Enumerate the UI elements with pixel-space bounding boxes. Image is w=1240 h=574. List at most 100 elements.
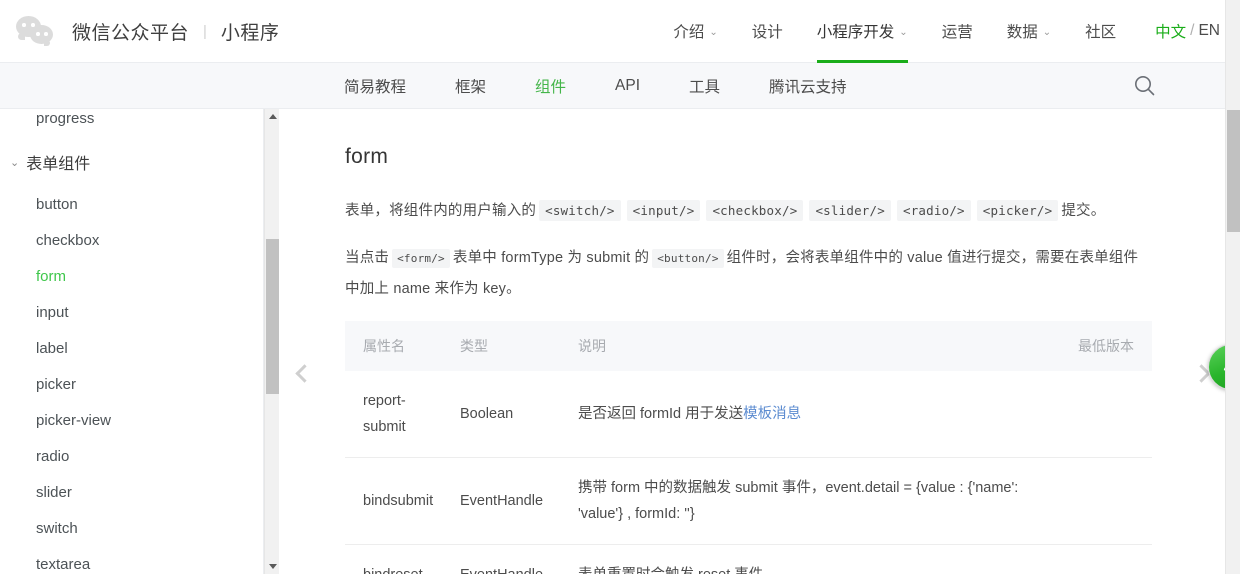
- sidebar-item-input[interactable]: input: [0, 295, 263, 331]
- sidebar-item-button[interactable]: button: [0, 187, 263, 223]
- nav-item-label: 社区: [1085, 24, 1117, 41]
- sub-nav-items: 简易教程 框架 组件 API 工具 腾讯云支持: [344, 75, 896, 97]
- code-button: <button/>: [652, 249, 724, 268]
- nav-item-label: 介绍: [673, 24, 705, 41]
- cell-attribute-name: report-submit: [345, 371, 450, 458]
- cell-min-version: [1060, 457, 1152, 545]
- code-form: <form/>: [392, 249, 450, 268]
- table-row: bindreset EventHandle 表单重置时会触发 reset 事件: [345, 544, 1152, 574]
- brand-separator: |: [203, 22, 207, 40]
- cell-attribute-name: bindsubmit: [345, 457, 450, 545]
- sidebar-item-checkbox[interactable]: checkbox: [0, 223, 263, 259]
- window-scrollbar[interactable]: [1225, 0, 1240, 574]
- page-title: form: [345, 145, 389, 168]
- para2-text-b: 表单中 formType 为 submit 的: [452, 250, 650, 266]
- table-header-attribute: 属性名: [345, 321, 450, 371]
- cell-min-version: [1060, 544, 1152, 574]
- chevron-left-icon[interactable]: [289, 358, 319, 388]
- sidebar: progress ⌄ 表单组件 button checkbox form inp…: [0, 109, 264, 574]
- nav-item-label: 小程序开发: [816, 24, 895, 41]
- cell-attribute-type: Boolean: [450, 371, 568, 458]
- subnav-item-tencent-cloud[interactable]: 腾讯云支持: [769, 75, 847, 97]
- doc-paragraph-1: 表单，将组件内的用户输入的 <switch/> <input/> <checkbox/…: [345, 195, 1152, 227]
- sidebar-item-picker[interactable]: picker: [0, 367, 263, 403]
- nav-item-data[interactable]: 数据 ⌄: [990, 0, 1068, 63]
- desc-text: 是否返回 formId 用于发送: [578, 406, 744, 422]
- nav-item-label: 数据: [1006, 24, 1038, 41]
- main-content: form 表单，将组件内的用户输入的 <switch/> <input/> <chec…: [280, 109, 1224, 574]
- chevron-down-icon: ⌄: [709, 26, 718, 38]
- subnav-item-api[interactable]: API: [615, 77, 640, 95]
- table-header-row: 属性名 类型 说明 最低版本: [345, 321, 1152, 371]
- brand-subtitle[interactable]: 小程序: [221, 18, 280, 45]
- chevron-down-icon: ⌄: [10, 156, 20, 169]
- lang-zh-button[interactable]: 中文: [1155, 20, 1186, 42]
- brand-title: 微信公众平台: [72, 22, 190, 44]
- code-input: <input/>: [626, 200, 701, 221]
- doc-paragraph-2: 当点击 <form/> 表单中 formType 为 submit 的 <button…: [345, 243, 1152, 305]
- subnav-item-tutorial[interactable]: 简易教程: [344, 75, 406, 97]
- sidebar-item-slider[interactable]: slider: [0, 475, 263, 511]
- para2-text-a: 当点击: [345, 250, 390, 266]
- cell-attribute-description: 表单重置时会触发 reset 事件: [568, 544, 1060, 574]
- nav-item-community[interactable]: 社区: [1068, 0, 1133, 63]
- table-header-type: 类型: [450, 321, 568, 371]
- template-message-link[interactable]: 模板消息: [743, 406, 801, 422]
- language-switcher: 中文 / EN: [1155, 20, 1220, 42]
- sidebar-item-label[interactable]: label: [0, 331, 263, 367]
- nav-item-label: 设计: [751, 24, 783, 41]
- sidebar-group-form-components[interactable]: ⌄ 表单组件: [0, 137, 263, 187]
- cell-attribute-type: EventHandle: [450, 457, 568, 545]
- doc-body: form 表单，将组件内的用户输入的 <switch/> <input/> <chec…: [280, 109, 1224, 574]
- sidebar-list: progress ⌄ 表单组件 button checkbox form inp…: [0, 109, 263, 574]
- para1-text-b: 提交。: [1061, 203, 1106, 219]
- table-row: bindsubmit EventHandle 携带 form 中的数据触发 su…: [345, 457, 1152, 545]
- cell-attribute-description: 携带 form 中的数据触发 submit 事件，event.detail = …: [568, 457, 1060, 545]
- table-header-description: 说明: [568, 321, 1060, 371]
- subnav-item-tools[interactable]: 工具: [689, 75, 720, 97]
- table-header-min-version: 最低版本: [1060, 321, 1152, 371]
- cell-min-version: [1060, 371, 1152, 458]
- lang-en-button[interactable]: EN: [1198, 22, 1220, 40]
- top-nav: 介绍 ⌄ 设计 小程序开发 ⌄ 运营 数据 ⌄ 社区 中文 / EN: [656, 0, 1240, 63]
- scroll-up-arrow-icon[interactable]: [265, 109, 280, 124]
- nav-item-miniprogram-dev[interactable]: 小程序开发 ⌄: [800, 0, 925, 63]
- sidebar-item-progress[interactable]: progress: [0, 109, 263, 137]
- sidebar-item-textarea[interactable]: textarea: [0, 547, 263, 574]
- table-row: report-submit Boolean 是否返回 formId 用于发送模板…: [345, 371, 1152, 458]
- sidebar-item-form[interactable]: form: [0, 259, 263, 295]
- table-head: 属性名 类型 说明 最低版本: [345, 321, 1152, 371]
- brand[interactable]: 微信公众平台 | 小程序: [0, 16, 279, 46]
- subnav-item-framework[interactable]: 框架: [455, 75, 486, 97]
- nav-item-operations[interactable]: 运营: [925, 0, 990, 63]
- window-scrollbar-thumb[interactable]: [1227, 110, 1240, 232]
- page-root: 微信公众平台 | 小程序 介绍 ⌄ 设计 小程序开发 ⌄ 运营 数据 ⌄ 社区 …: [0, 0, 1240, 574]
- cell-attribute-description: 是否返回 formId 用于发送模板消息: [568, 371, 1060, 458]
- code-switch: <switch/>: [539, 200, 621, 221]
- nav-item-label: 运营: [941, 24, 973, 41]
- para1-text-a: 表单，将组件内的用户输入的: [345, 203, 537, 219]
- search-icon[interactable]: [1132, 73, 1158, 99]
- chevron-down-icon: ⌄: [899, 26, 908, 38]
- sidebar-item-radio[interactable]: radio: [0, 439, 263, 475]
- sidebar-item-switch[interactable]: switch: [0, 511, 263, 547]
- sidebar-scrollbar[interactable]: [264, 109, 279, 574]
- chevron-down-icon: ⌄: [1042, 26, 1052, 38]
- sub-nav: 简易教程 框架 组件 API 工具 腾讯云支持: [0, 63, 1240, 109]
- cell-attribute-type: EventHandle: [450, 544, 568, 574]
- sidebar-scrollbar-thumb[interactable]: [266, 239, 279, 394]
- lang-separator: /: [1190, 22, 1195, 39]
- cell-attribute-name: bindreset: [345, 544, 450, 574]
- sidebar-item-picker-view[interactable]: picker-view: [0, 403, 263, 439]
- code-checkbox: <checkbox/>: [706, 200, 804, 221]
- subnav-item-components[interactable]: 组件: [535, 75, 566, 97]
- attributes-table: 属性名 类型 说明 最低版本 report-submit Boolean 是否返…: [345, 321, 1152, 574]
- code-picker: <picker/>: [976, 200, 1059, 221]
- nav-item-design[interactable]: 设计: [735, 0, 800, 63]
- wechat-logo-icon: [16, 16, 60, 46]
- code-radio: <radio/>: [896, 200, 971, 221]
- scroll-down-arrow-icon[interactable]: [265, 559, 280, 574]
- sidebar-group-label: 表单组件: [26, 156, 91, 173]
- top-header: 微信公众平台 | 小程序 介绍 ⌄ 设计 小程序开发 ⌄ 运营 数据 ⌄ 社区 …: [0, 0, 1240, 63]
- nav-item-intro[interactable]: 介绍 ⌄: [656, 0, 734, 63]
